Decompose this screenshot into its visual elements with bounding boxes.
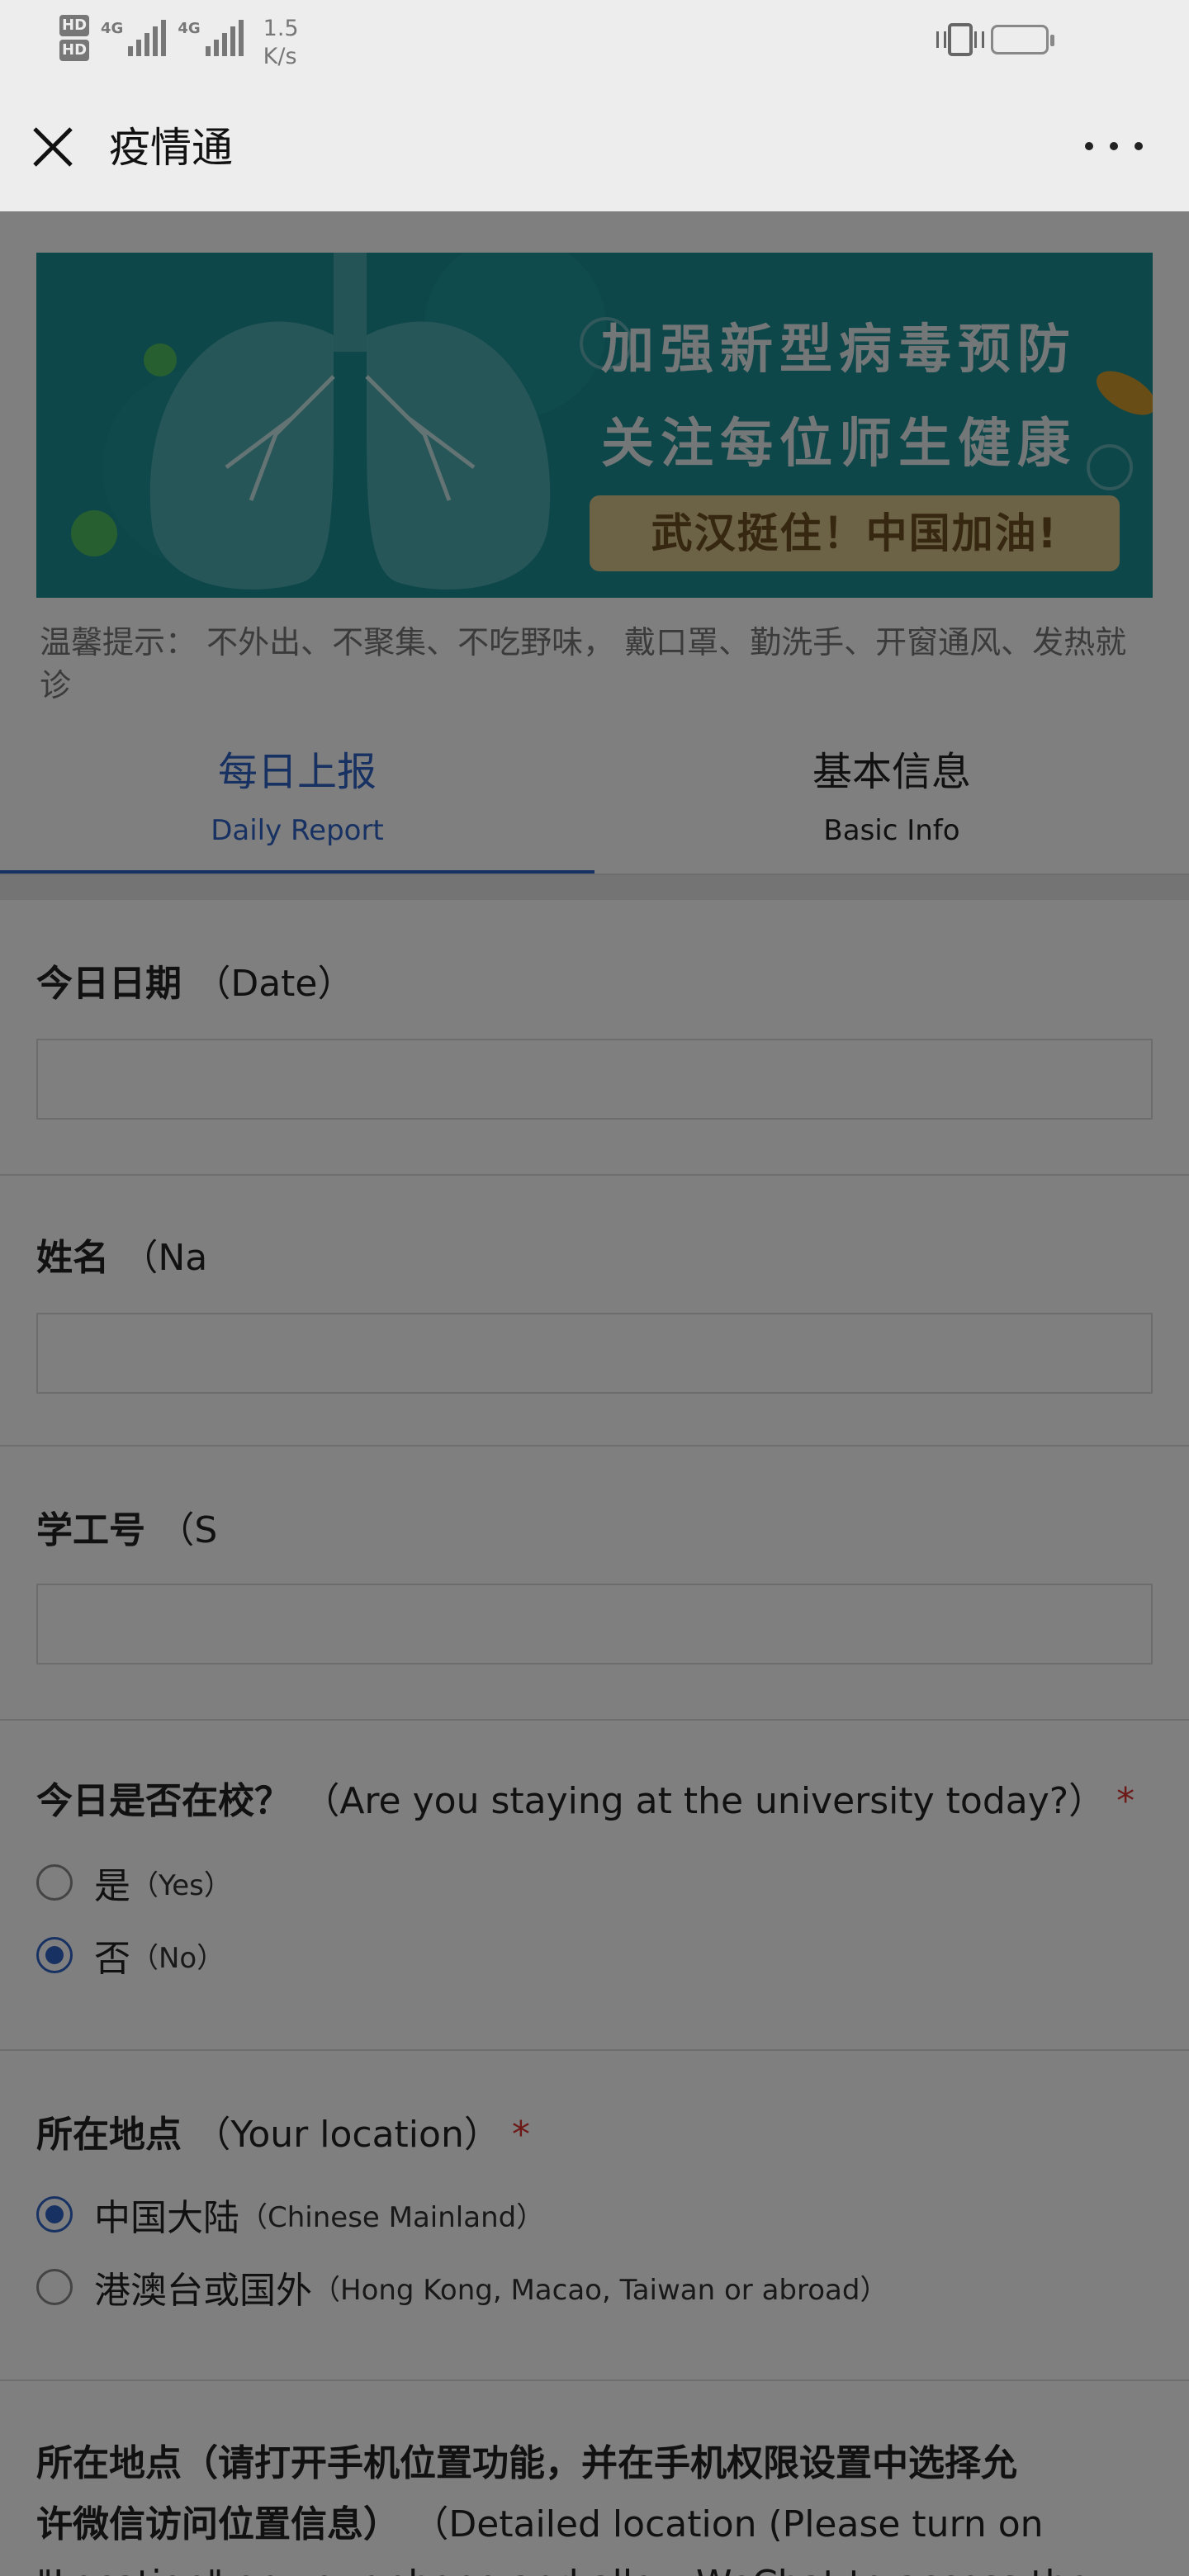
signal-icon-2: 4G bbox=[178, 15, 244, 56]
close-icon bbox=[33, 127, 73, 167]
vibrate-icon bbox=[936, 23, 984, 56]
hd-indicator: HD HD bbox=[59, 15, 90, 64]
divider bbox=[0, 1719, 1189, 1721]
divider bbox=[0, 2049, 1189, 2051]
page-title: 疫情通 bbox=[109, 124, 233, 172]
date-input[interactable] bbox=[36, 1039, 1153, 1120]
tab-label-en: Basic Info bbox=[823, 814, 960, 847]
radio-option-mainland[interactable]: 中国大陆 （Chinese Mainland） bbox=[36, 2190, 544, 2239]
tip-text: 温馨提示： 不外出、不聚集、不吃野味， 戴口罩、勤洗手、开窗通风、发热就诊 bbox=[40, 624, 1127, 703]
close-button[interactable] bbox=[30, 124, 76, 170]
signal-icon: 4G bbox=[101, 15, 167, 56]
banner-line-2: 关注每位师生健康 bbox=[601, 414, 1077, 475]
detailed-location-label: 所在地点（请打开手机位置功能，并在手机权限设置中选择允 bbox=[36, 2442, 1017, 2484]
radio-circle-icon[interactable] bbox=[36, 1864, 73, 1901]
detailed-location-label-2: 许微信访问位置信息） （Detailed location (Please tu… bbox=[36, 2503, 1044, 2545]
name-input[interactable] bbox=[36, 1313, 1153, 1394]
on-campus-label: 今日是否在校？ （Are you staying at the universi… bbox=[36, 1780, 1135, 1822]
more-dot-icon bbox=[1135, 142, 1143, 150]
banner-line-1: 加强新型病毒预防 bbox=[601, 320, 1077, 381]
more-dot-icon bbox=[1110, 142, 1118, 150]
radio-option-abroad[interactable]: 港澳台或国外 （Hong Kong, Macao, Taiwan or abroa… bbox=[36, 2262, 888, 2312]
required-marker: * bbox=[1116, 1780, 1135, 1822]
divider bbox=[0, 1174, 1189, 1176]
radio-option-yes[interactable]: 是（Yes） bbox=[36, 1858, 232, 1907]
tab-label-zh: 基本信息 bbox=[812, 749, 971, 795]
divider bbox=[0, 2379, 1189, 2381]
status-bar: HD HD 4G 4G 1.5 K/s bbox=[0, 0, 1189, 83]
banner-image: 加强新型病毒预防 关注每位师生健康 武汉挺住！中国加油! bbox=[36, 253, 1153, 598]
name-label: 姓名 （Na bbox=[36, 1237, 208, 1279]
battery-icon bbox=[991, 25, 1054, 54]
student-id-label: 学工号 （S bbox=[36, 1509, 218, 1551]
tab-label-zh: 每日上报 bbox=[217, 749, 377, 795]
network-speed: 1.5 K/s bbox=[263, 16, 299, 69]
location-label: 所在地点 （Your location） * bbox=[36, 2114, 530, 2156]
title-bar: 疫情通 bbox=[0, 83, 1189, 211]
date-label: 今日日期 （Date） bbox=[36, 963, 354, 1005]
tab-basic-info[interactable]: 基本信息 Basic Info bbox=[594, 743, 1189, 855]
more-dot-icon bbox=[1085, 142, 1093, 150]
tab-daily-report[interactable]: 每日上报 Daily Report bbox=[0, 743, 594, 855]
student-id-input[interactable] bbox=[36, 1584, 1153, 1664]
required-marker: * bbox=[511, 2114, 530, 2156]
banner-slogan: 武汉挺住！中国加油! bbox=[590, 495, 1120, 571]
radio-circle-icon[interactable] bbox=[36, 2269, 73, 2305]
detailed-location-label-3: "Location" on your phone and allow WeCha… bbox=[36, 2558, 1090, 2576]
tab-label-en: Daily Report bbox=[211, 814, 384, 847]
radio-circle-icon[interactable] bbox=[36, 1937, 73, 1973]
section-gap bbox=[0, 875, 1189, 900]
more-button[interactable] bbox=[1085, 134, 1143, 159]
radio-circle-icon[interactable] bbox=[36, 2196, 73, 2233]
divider bbox=[0, 1445, 1189, 1447]
radio-option-no[interactable]: 否（No） bbox=[36, 1930, 225, 1980]
